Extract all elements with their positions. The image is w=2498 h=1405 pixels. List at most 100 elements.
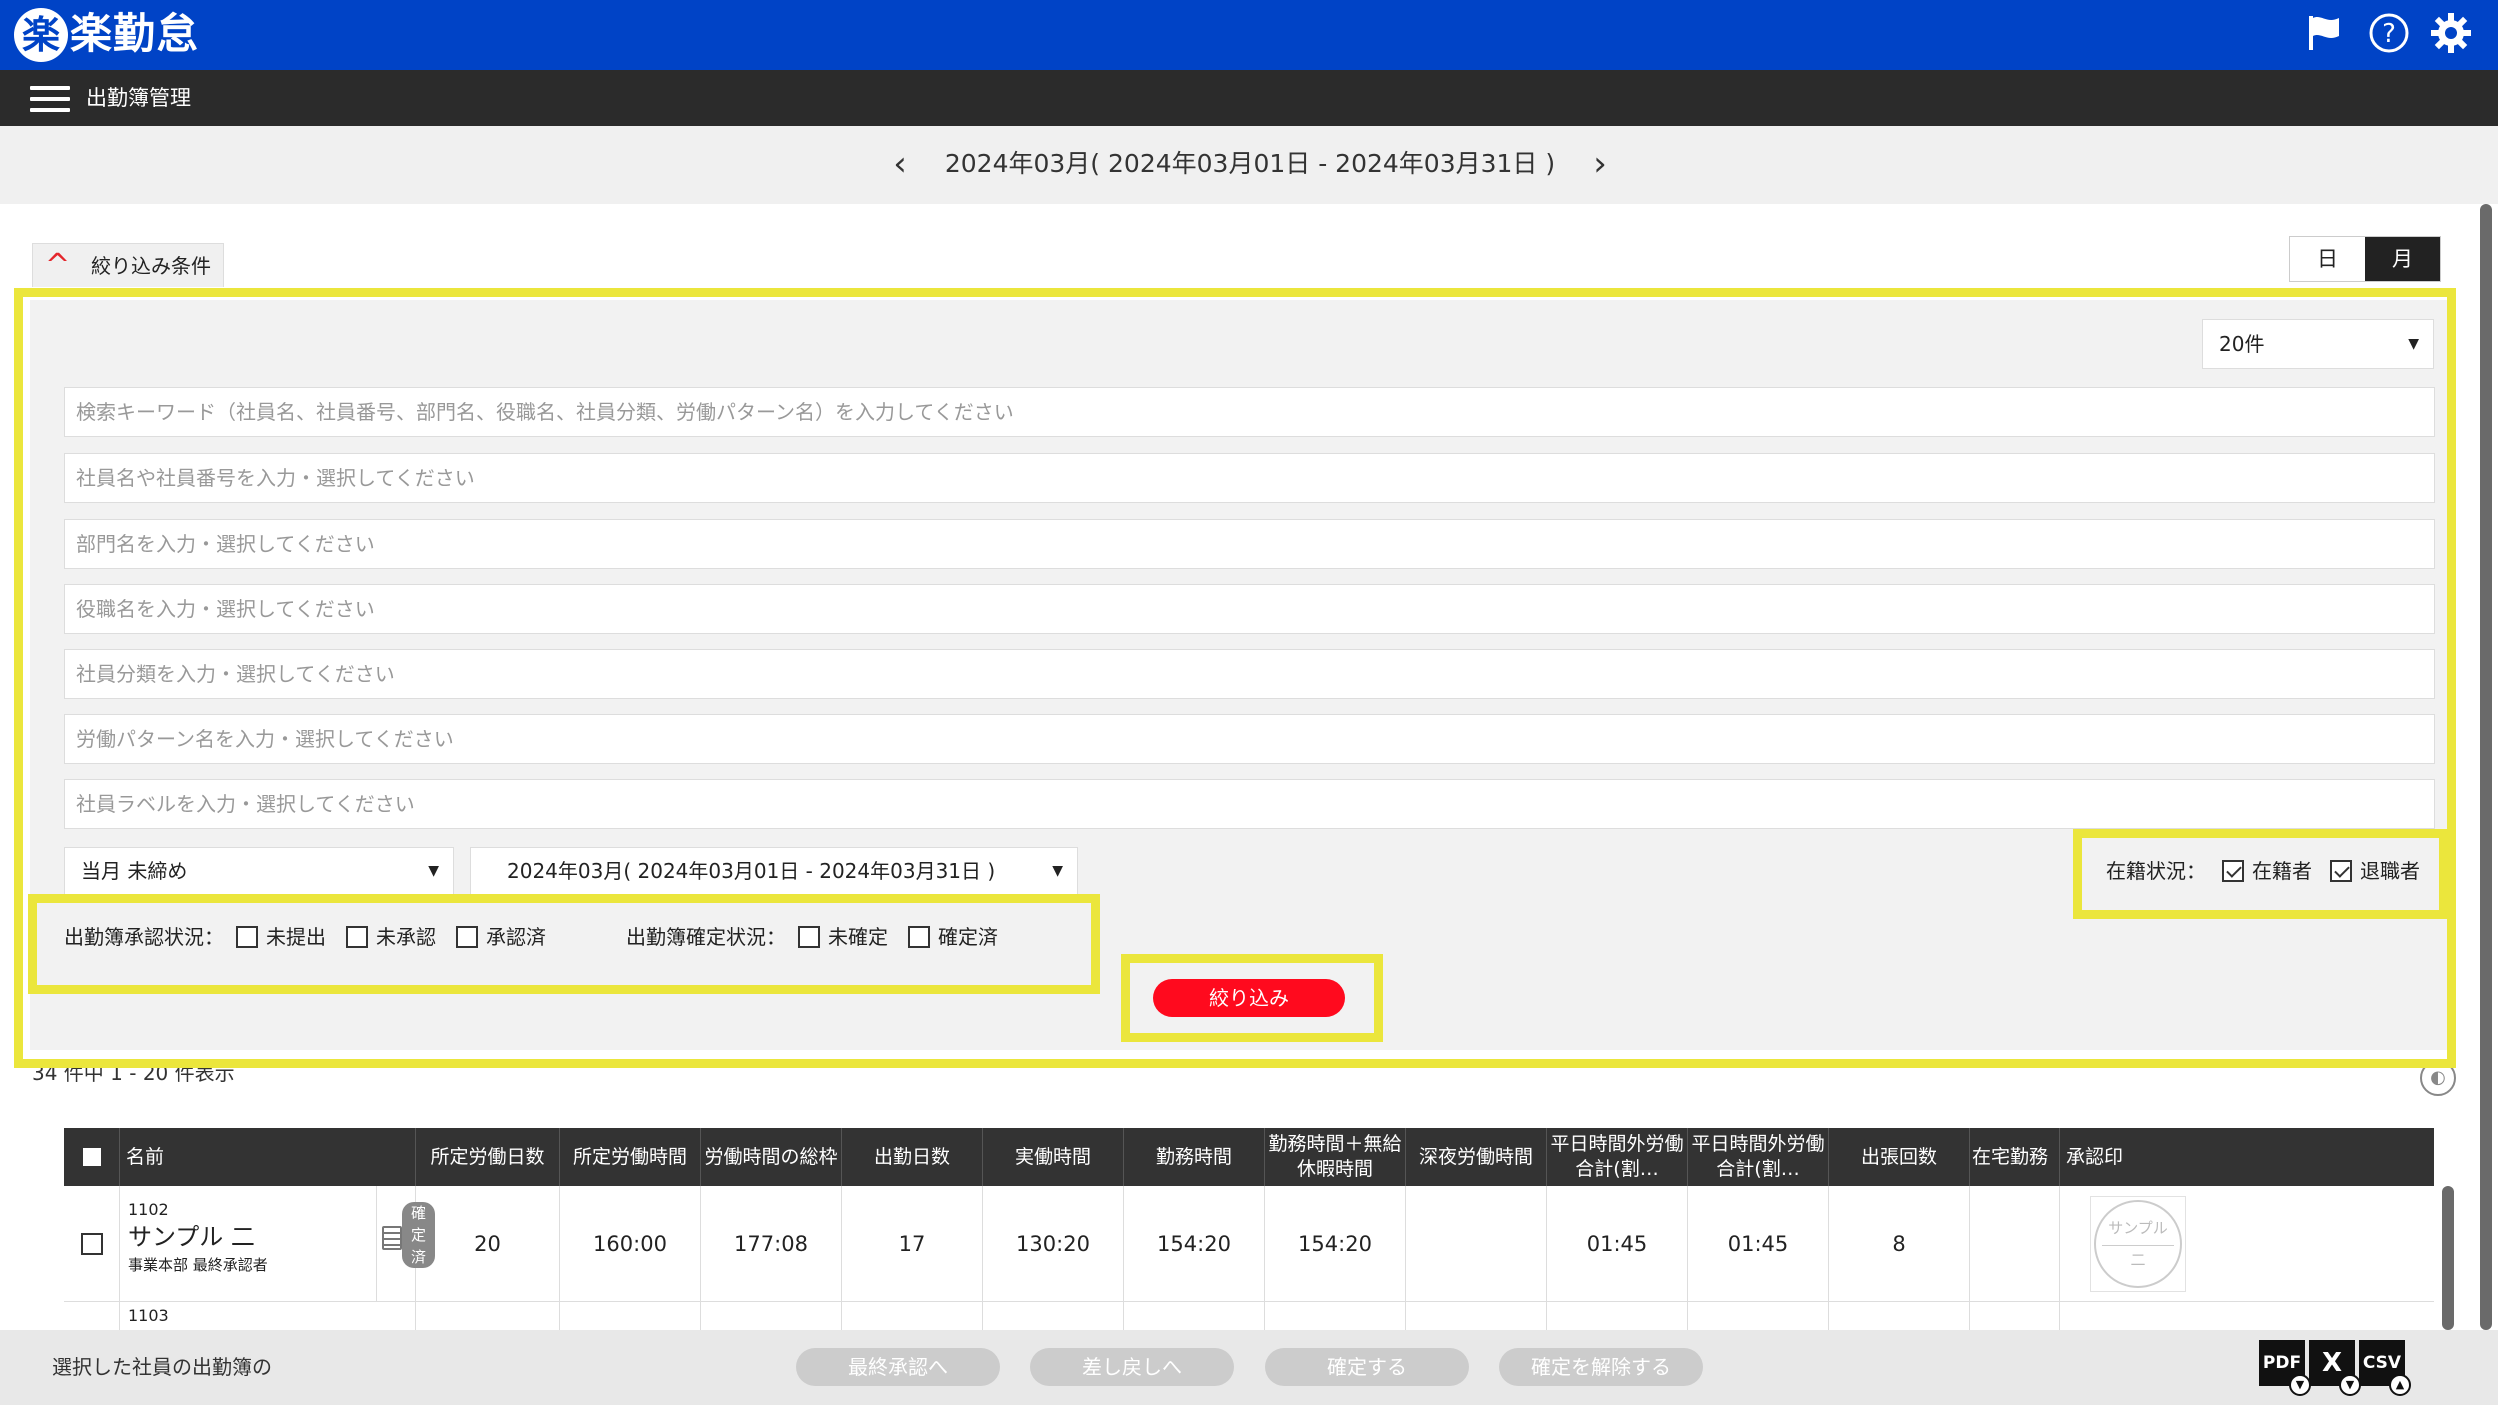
csv-export-icon[interactable]: CSV ▲ [2359, 1340, 2411, 1396]
pdf-label: PDF [2262, 1353, 2302, 1373]
chevron-up-icon: ^ [45, 248, 71, 283]
cell-attendance-days: 17 [842, 1186, 983, 1301]
employee-input[interactable] [64, 453, 2435, 503]
cell-business-trips: 8 [1829, 1186, 1970, 1301]
checkbox-confirmed[interactable] [908, 926, 930, 948]
per-page-select[interactable]: 20件 ▼ [2202, 319, 2434, 369]
col-weekday-overtime-2[interactable]: 平日時間外労働合計(割… [1688, 1128, 1829, 1186]
page-scrollbar[interactable] [2480, 204, 2492, 1330]
checkbox-approved[interactable] [456, 926, 478, 948]
period-select[interactable]: 2024年03月( 2024年03月01日 - 2024年03月31日 ) ▼ [470, 847, 1078, 895]
select-all-cell [64, 1128, 120, 1186]
column-settings-icon[interactable]: ◐ [2420, 1060, 2456, 1096]
checkbox-not-submitted[interactable] [236, 926, 258, 948]
caret-down-icon: ▼ [2408, 336, 2419, 352]
keyword-search-input[interactable] [64, 387, 2435, 437]
excel-export-icon[interactable]: X ▼ [2309, 1340, 2361, 1396]
gear-icon[interactable] [2428, 12, 2474, 58]
cell-remote-work [1970, 1186, 2060, 1301]
document-icon[interactable] [382, 1226, 402, 1250]
col-approval-stamp: 承認印 [2066, 1145, 2124, 1168]
app-title: 楽勤怠 [70, 9, 200, 58]
row-select-cell [64, 1186, 120, 1301]
period-label: 2024年03月( 2024年03月01日 - 2024年03月31日 ) [944, 149, 1556, 178]
col-scheduled-hours[interactable]: 所定労働時間 [560, 1128, 701, 1186]
view-day-button[interactable]: 日 [2290, 237, 2365, 281]
employee-name[interactable]: サンプル 二 [128, 1220, 255, 1254]
select-all-checkbox[interactable] [80, 1146, 103, 1168]
employee-cell: 1102 サンプル 二 事業本部 最終承認者 確定済 [120, 1186, 436, 1302]
cell-night-hours [1406, 1186, 1547, 1301]
pdf-export-icon[interactable]: PDF ▼ [2259, 1340, 2311, 1396]
cell-scheduled-hours: 160:00 [560, 1186, 701, 1301]
stamp-bottom-text: 二 [2130, 1250, 2146, 1269]
page-title: 出勤簿管理 [86, 86, 191, 110]
result-count: 34 件中 1 - 20 件表示 [32, 1061, 235, 1085]
hamburger-icon[interactable] [30, 86, 70, 112]
row-select-cell [64, 1302, 120, 1330]
filter-toggle[interactable]: ^ 絞り込み条件 [32, 243, 224, 287]
prev-period-button[interactable]: ‹ [880, 144, 920, 184]
cell-actual-hours: 130:20 [983, 1186, 1124, 1301]
col-attendance-days[interactable]: 出勤日数 [842, 1128, 983, 1186]
checkbox-not-approved[interactable] [346, 926, 368, 948]
download-icon: ▼ [2289, 1374, 2311, 1396]
next-period-button[interactable]: › [1580, 144, 1620, 184]
caret-down-icon: ▼ [1052, 863, 1063, 879]
position-input[interactable] [64, 584, 2435, 634]
table-row[interactable]: 1103 [64, 1302, 2434, 1330]
closing-select[interactable]: 当月 未締め ▼ [64, 847, 454, 895]
upload-icon: ▲ [2389, 1374, 2411, 1396]
confirm-button[interactable]: 確定する [1265, 1348, 1469, 1386]
stamp-top-text: サンプル [2108, 1218, 2168, 1237]
approval-stamp: サンプル 二 [2094, 1199, 2182, 1288]
department-input[interactable] [64, 519, 2435, 569]
flag-icon[interactable] [2300, 12, 2346, 58]
employee-class-input[interactable] [64, 649, 2435, 699]
send-back-button[interactable]: 差し戻しへ [1030, 1348, 1234, 1386]
cell-total-frame: 177:08 [701, 1186, 842, 1301]
employee-number: 1103 [120, 1302, 416, 1330]
filter-toggle-label: 絞り込み条件 [91, 254, 211, 278]
footer-label: 選択した社員の出勤簿の [52, 1355, 272, 1379]
help-icon[interactable]: ? [2366, 12, 2412, 58]
filter-submit-button[interactable]: 絞り込み [1153, 979, 1345, 1017]
checkbox-enrolled[interactable] [2222, 860, 2244, 882]
retired-label: 退職者 [2360, 859, 2420, 883]
col-total-frame[interactable]: 労働時間の総枠 [701, 1128, 842, 1186]
employee-label-input[interactable] [64, 779, 2435, 829]
work-pattern-input[interactable] [64, 714, 2435, 764]
view-toggle: 日 月 [2289, 236, 2441, 282]
col-name[interactable]: 名前 [120, 1128, 416, 1186]
cell-weekday-overtime-1: 01:45 [1547, 1186, 1688, 1301]
status-filters: 出勤簿承認状況： 未提出 未承認 承認済 出勤簿確定状況： 未確定 確定済 [64, 922, 1084, 952]
csv-label: CSV [2362, 1353, 2402, 1373]
nav-bar [0, 70, 2498, 126]
table-scrollbar[interactable] [2442, 1186, 2454, 1330]
checkbox-unconfirmed[interactable] [798, 926, 820, 948]
cell-work-hours: 154:20 [1124, 1186, 1265, 1301]
final-approval-button[interactable]: 最終承認へ [796, 1348, 1000, 1386]
col-business-trips[interactable]: 出張回数 [1829, 1128, 1970, 1186]
col-work-hours[interactable]: 勤務時間 [1124, 1128, 1265, 1186]
col-remote-work[interactable]: 在宅勤務 [1970, 1128, 2060, 1186]
confirm-status-label: 出勤簿確定状況： [626, 925, 786, 949]
unconfirm-button[interactable]: 確定を解除する [1499, 1348, 1703, 1386]
approval-status-label: 出勤簿承認状況： [64, 925, 224, 949]
row-checkbox[interactable] [80, 1232, 103, 1255]
unconfirmed-label: 未確定 [828, 925, 888, 949]
col-night-hours[interactable]: 深夜労働時間 [1406, 1128, 1547, 1186]
col-actual-hours[interactable]: 実働時間 [983, 1128, 1124, 1186]
checkbox-retired[interactable] [2330, 860, 2352, 882]
col-weekday-overtime-1[interactable]: 平日時間外労働合計(割… [1547, 1128, 1688, 1186]
approval-stamp-box: サンプル 二 [2090, 1195, 2186, 1292]
col-work-plus-unpaid[interactable]: 勤務時間＋無給休暇時間 [1265, 1128, 1406, 1186]
period-select-value: 2024年03月( 2024年03月01日 - 2024年03月31日 ) [507, 859, 996, 883]
closing-select-value: 当月 未締め [81, 859, 188, 883]
col-scheduled-days[interactable]: 所定労働日数 [416, 1128, 560, 1186]
view-month-button[interactable]: 月 [2365, 237, 2440, 281]
enrolled-label: 在籍者 [2252, 859, 2312, 883]
table-row[interactable]: 1102 サンプル 二 事業本部 最終承認者 確定済 20 160:00 177… [64, 1186, 2434, 1302]
app-header [0, 0, 2498, 70]
table-header: 名前 所定労働日数 所定労働時間 労働時間の総枠 出勤日数 実働時間 勤務時間 … [64, 1128, 2434, 1186]
